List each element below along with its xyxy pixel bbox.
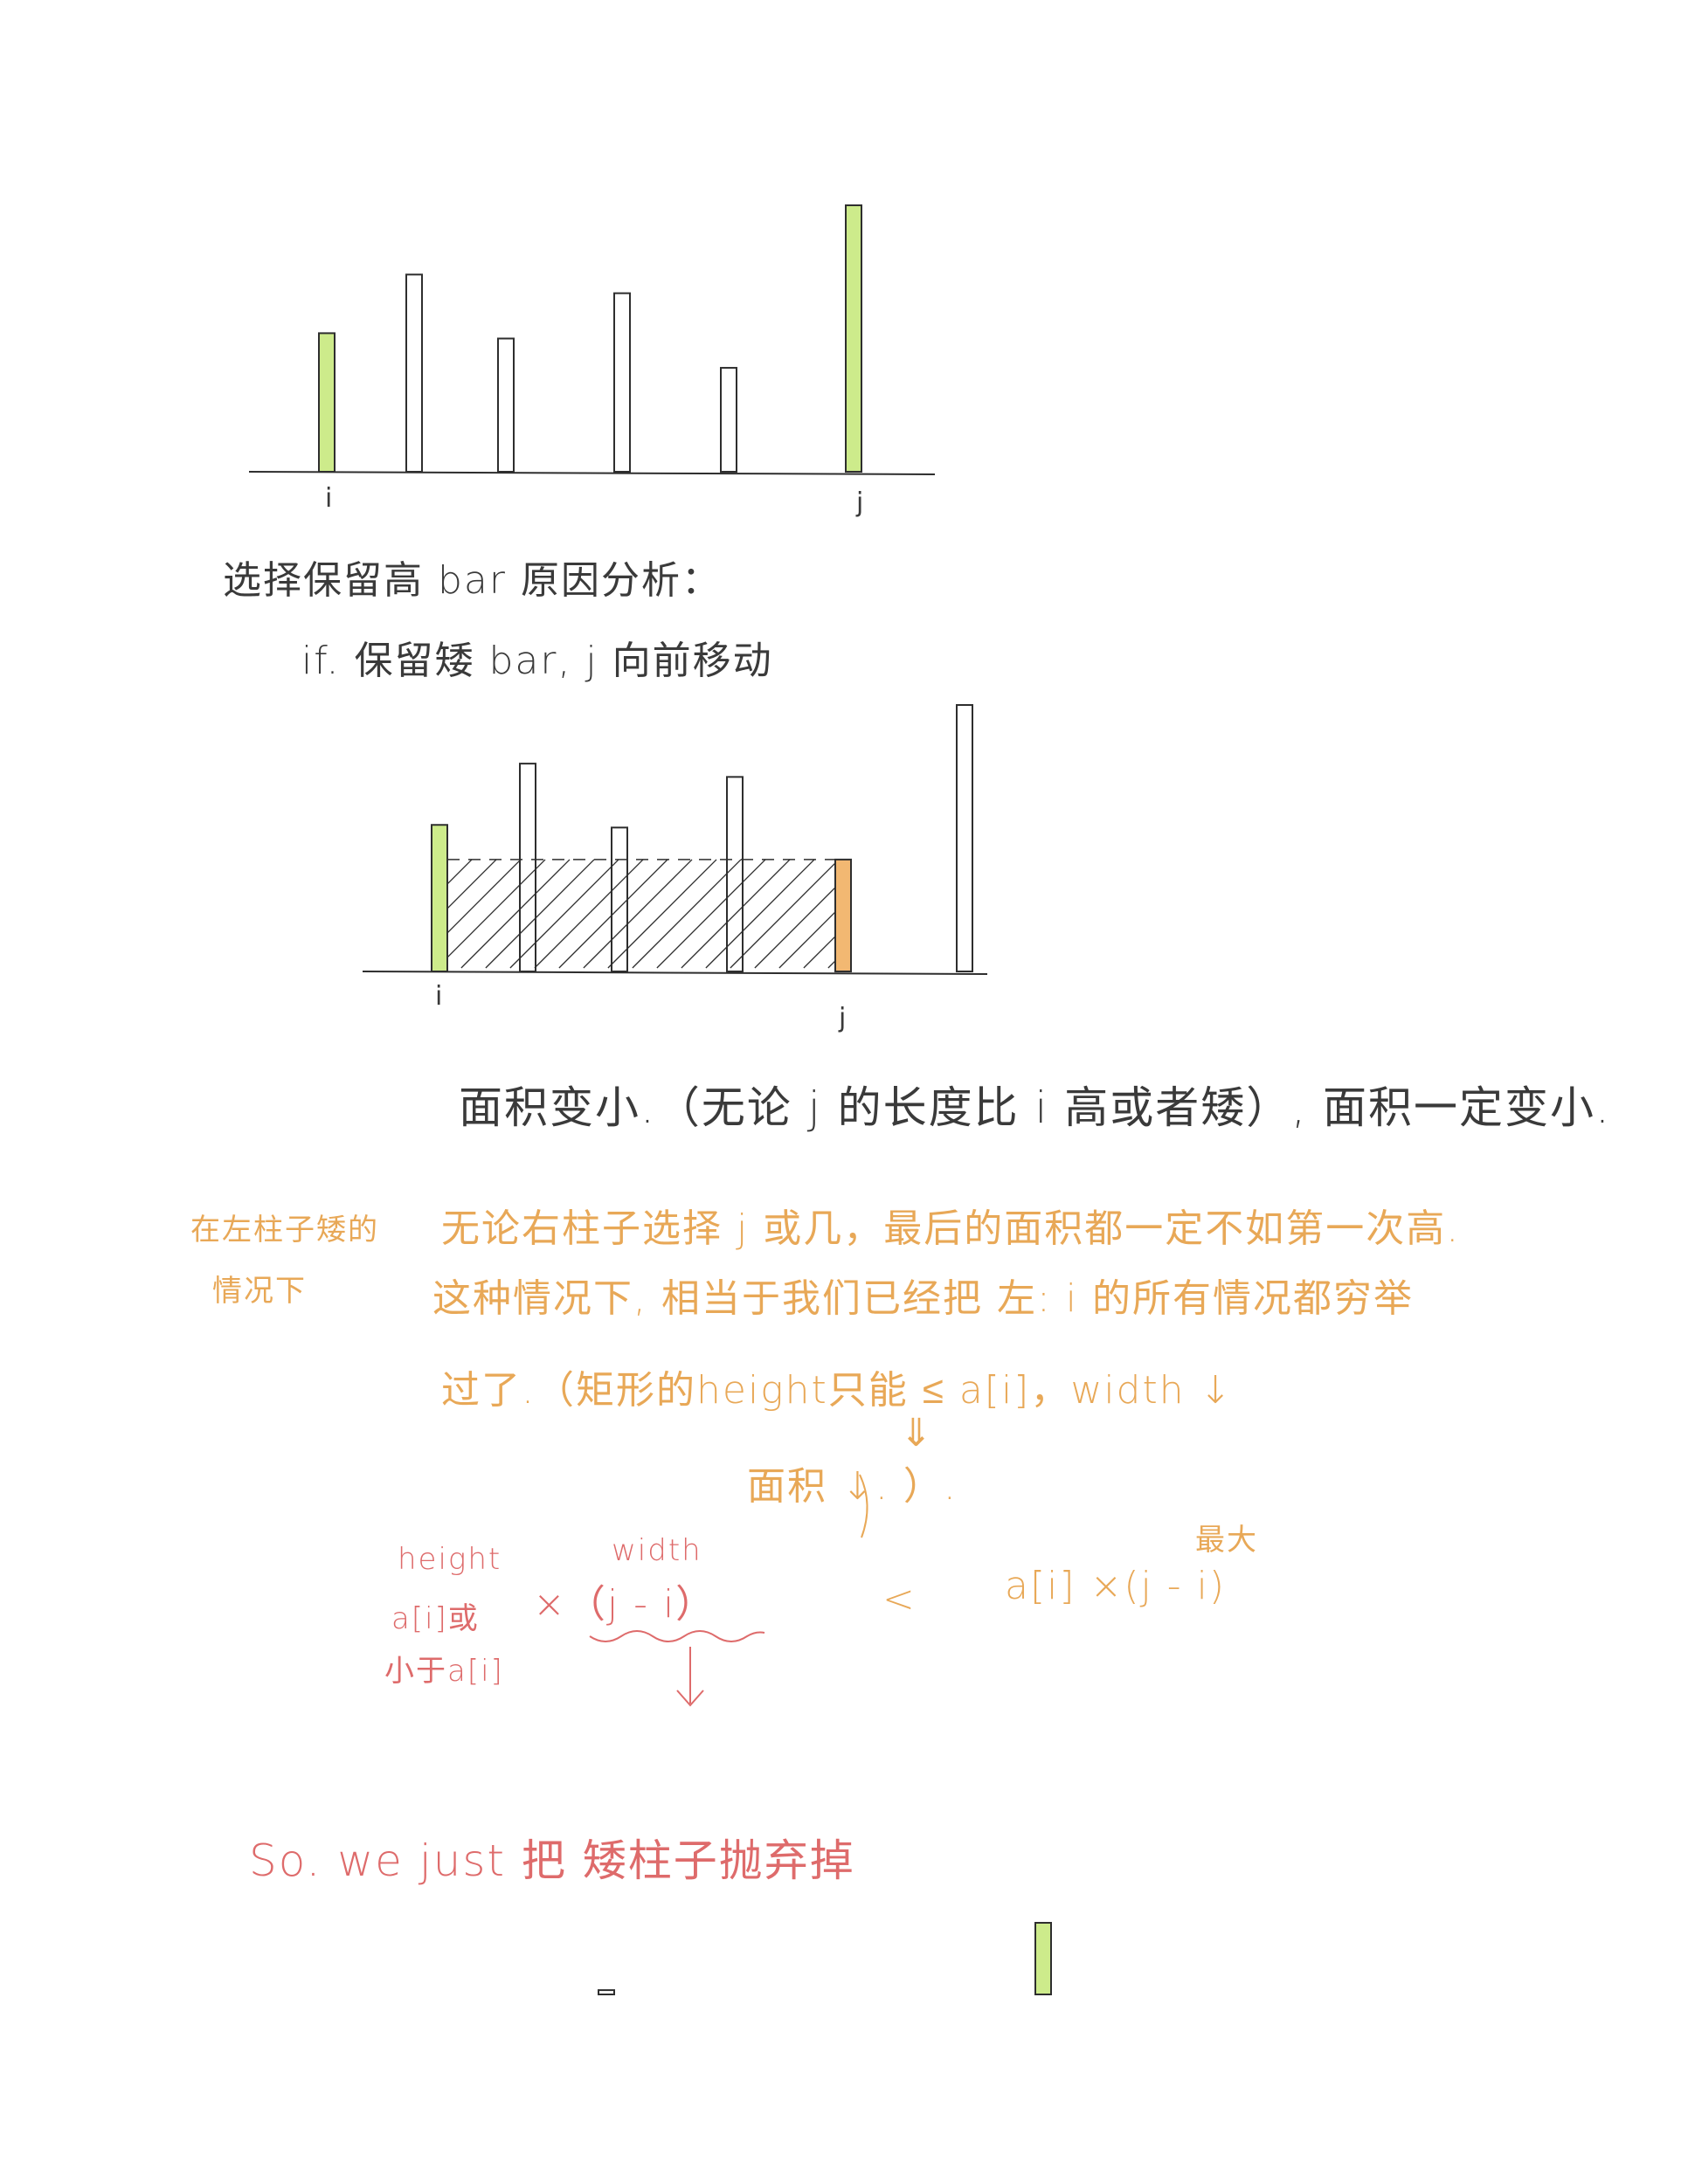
- figure2-label-i: i: [435, 981, 442, 1012]
- formula-less-than: <: [882, 1577, 917, 1621]
- bar: [497, 337, 515, 473]
- down-arrow-stroke: [676, 1647, 704, 1707]
- hatch-line: [607, 859, 717, 969]
- formula-left-line1: a[i]或: [391, 1601, 480, 1636]
- hatch-line: [583, 859, 693, 969]
- hatch-line: [558, 859, 668, 969]
- hatch-line: [509, 859, 619, 969]
- figure1-label-i: i: [325, 483, 332, 514]
- text-implies-arrow: ⇓: [900, 1411, 934, 1455]
- text-enumerated: 这种情况下, 相当于我们已经把 左: i 的所有情况都穷举: [432, 1276, 1414, 1321]
- text-conclusion: So. we just 把 矮柱子抛弃掉: [249, 1835, 855, 1886]
- formula-right-expr: a[i] ×(j - i): [1005, 1564, 1227, 1608]
- text-height-width: 过了.（矩形的height只能 ≤ a[i]，width ↓: [441, 1368, 1234, 1413]
- formula-left-line2: 小于a[i]: [384, 1654, 504, 1689]
- baseline: [248, 471, 936, 475]
- text-no-matter-j: 无论右柱子选择 j 或几，最后的面积都一定不如第一次高.: [441, 1206, 1461, 1251]
- hatch-line: [754, 887, 836, 969]
- bar: [956, 704, 973, 972]
- formula-width-label: width: [612, 1533, 702, 1568]
- bar: [845, 204, 862, 473]
- formula-left-expr: ×（j - i）: [533, 1582, 716, 1627]
- bar: [726, 776, 744, 972]
- hatch-line: [460, 859, 571, 969]
- bar: [611, 826, 628, 972]
- text-area-down: 面积 ↓. ）.: [747, 1464, 958, 1509]
- text-reason-analysis: 选择保留高 bar 原因分析：: [223, 558, 722, 603]
- bar: [318, 332, 336, 473]
- bar: [519, 763, 536, 972]
- bar: [720, 367, 737, 473]
- figure1-label-j: j: [855, 487, 863, 518]
- hatch-line: [446, 859, 473, 885]
- side-note-line2: 情况下: [212, 1274, 307, 1309]
- hatch-line: [446, 859, 497, 909]
- bar: [405, 273, 423, 473]
- hatch-line: [681, 859, 791, 969]
- hatch-line: [656, 859, 766, 969]
- bar: [1034, 1922, 1052, 1995]
- hatch-line: [803, 936, 836, 969]
- hatch-line: [446, 859, 546, 958]
- side-note-line1: 在左柱子矮的: [190, 1213, 379, 1248]
- hatch-line: [446, 859, 522, 934]
- formula-max-label: 最大: [1195, 1523, 1258, 1558]
- baseline: [362, 971, 988, 975]
- bar-diagram-1: [248, 204, 936, 475]
- bar: [598, 1989, 615, 1996]
- bar-diagram-3: [598, 1922, 1052, 1996]
- hatch-line: [778, 911, 836, 969]
- figure2-label-j: j: [838, 1003, 846, 1033]
- formula-height-label: height: [398, 1542, 502, 1577]
- hatch-line: [632, 859, 742, 969]
- wavy-underline: [589, 1630, 765, 1642]
- bar: [834, 858, 852, 973]
- bar-diagram-2: [362, 704, 988, 975]
- hatch-line: [705, 859, 815, 969]
- bar: [431, 824, 448, 972]
- hatch-line: [827, 960, 836, 969]
- text-area-smaller: 面积变小.（无论 j 的长度比 i 高或者矮）, 面积一定变小.: [459, 1082, 1611, 1133]
- hatch-line: [485, 859, 595, 969]
- hatched-area: [446, 859, 836, 969]
- text-if-keep-short: if. 保留矮 bar, j 向前移动: [301, 639, 773, 683]
- bar: [613, 292, 631, 473]
